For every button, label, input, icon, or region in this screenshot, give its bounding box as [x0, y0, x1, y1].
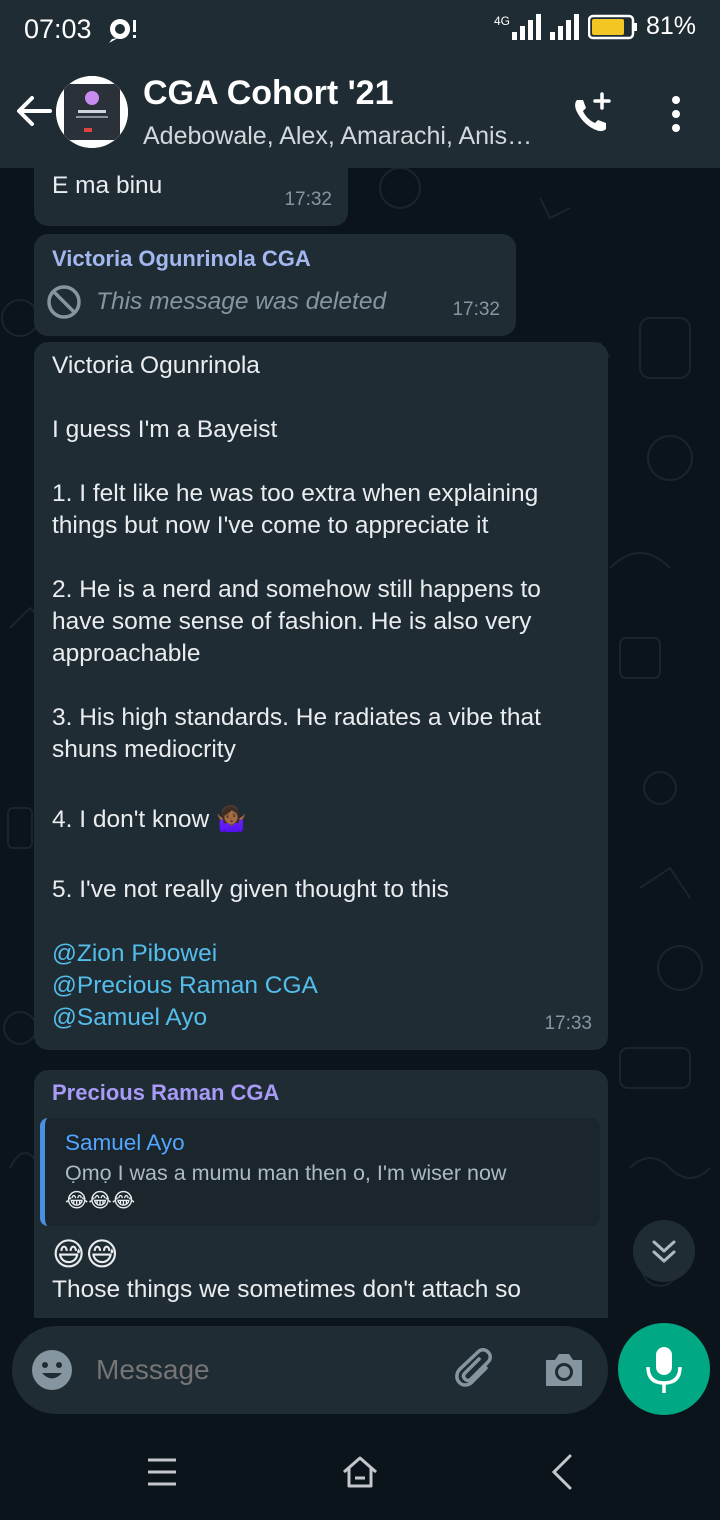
mic-icon — [646, 1347, 682, 1393]
reply-message-bubble[interactable]: Precious Raman CGA Samuel Ayo Ọmọ I was … — [34, 1070, 608, 1318]
quoted-emoji: 😂😂😂 — [65, 1190, 136, 1212]
status-time: 07:03 — [24, 14, 92, 44]
home-nav-icon[interactable] — [340, 1452, 380, 1492]
mention-link[interactable]: @Precious Raman CGA — [52, 970, 318, 1002]
blocked-icon — [47, 285, 81, 319]
signal-icon-2 — [549, 13, 579, 40]
back-arrow-icon[interactable] — [14, 91, 54, 131]
camera-icon[interactable] — [542, 1350, 586, 1390]
message-line: 4. I don't know 🤷🏾‍♀️ — [52, 806, 247, 833]
signal-icon — [511, 13, 541, 40]
group-members[interactable]: Adebowale, Alex, Amarachi, Anis… — [143, 122, 543, 151]
attach-icon[interactable] — [452, 1346, 500, 1394]
voice-record-button[interactable] — [618, 1323, 710, 1415]
quoted-message[interactable]: Samuel Ayo Ọmọ I was a mumu man then o, … — [40, 1118, 600, 1226]
emoji-icon[interactable] — [30, 1348, 74, 1392]
battery-icon — [587, 14, 637, 39]
reply-emoji: 😅😅 — [52, 1236, 119, 1272]
group-avatar[interactable] — [56, 76, 128, 148]
double-chevron-down-icon — [652, 1240, 676, 1263]
message-text: E ma binu — [52, 172, 163, 199]
message-line: 1. I felt like he was too extra when exp… — [52, 480, 539, 539]
message-time: 17:32 — [452, 299, 500, 320]
message-line: I guess I'm a Bayeist — [52, 416, 278, 443]
message-list[interactable]: E ma binu 17:32 Victoria Ogunrinola CGA … — [0, 168, 720, 1318]
deleted-text: This message was deleted — [96, 288, 387, 315]
message-bubble[interactable]: Victoria Ogunrinola I guess I'm a Bayeis… — [34, 342, 608, 1050]
system-nav-bar — [0, 1422, 720, 1520]
reply-text: Those things we sometimes don't attach s… — [52, 1276, 522, 1303]
battery-level: 81% — [645, 12, 696, 40]
add-call-icon[interactable] — [568, 92, 614, 138]
message-line: 5. I've not really given thought to this — [52, 876, 449, 903]
sender-name: Precious Raman CGA — [52, 1080, 280, 1105]
notification-icon — [109, 19, 136, 43]
deleted-message-bubble[interactable]: Victoria Ogunrinola CGA This message was… — [34, 234, 516, 336]
message-time: 17:33 — [544, 1013, 592, 1034]
message-time: 17:32 — [284, 189, 332, 210]
chat-header: CGA Cohort '21 Adebowale, Alex, Amarachi… — [0, 58, 720, 168]
message-input-container[interactable] — [12, 1326, 608, 1414]
message-line: 3. His high standards. He radiates a vib… — [52, 704, 541, 763]
recents-nav-icon[interactable] — [142, 1452, 182, 1492]
quoted-sender: Samuel Ayo — [65, 1130, 185, 1155]
quoted-text: Ọmọ I was a mumu man then o, I'm wiser n… — [65, 1161, 507, 1185]
back-nav-icon[interactable] — [542, 1452, 582, 1492]
scroll-to-bottom-button[interactable] — [633, 1220, 695, 1282]
more-vert-icon[interactable] — [664, 94, 688, 134]
network-type: 4G — [493, 14, 510, 28]
message-input[interactable] — [96, 1346, 436, 1394]
message-line: Victoria Ogunrinola — [52, 352, 260, 379]
group-title[interactable]: CGA Cohort '21 — [143, 74, 394, 113]
sender-name: Victoria Ogunrinola CGA — [52, 246, 311, 271]
mention-link[interactable]: @Zion Pibowei — [52, 938, 217, 970]
status-bar: 07:03 4G 81% — [0, 0, 720, 58]
message-bubble[interactable]: E ma binu 17:32 — [34, 168, 348, 226]
compose-bar — [0, 1318, 720, 1422]
mention-link[interactable]: @Samuel Ayo — [52, 1002, 207, 1034]
message-line: 2. He is a nerd and somehow still happen… — [52, 576, 541, 667]
